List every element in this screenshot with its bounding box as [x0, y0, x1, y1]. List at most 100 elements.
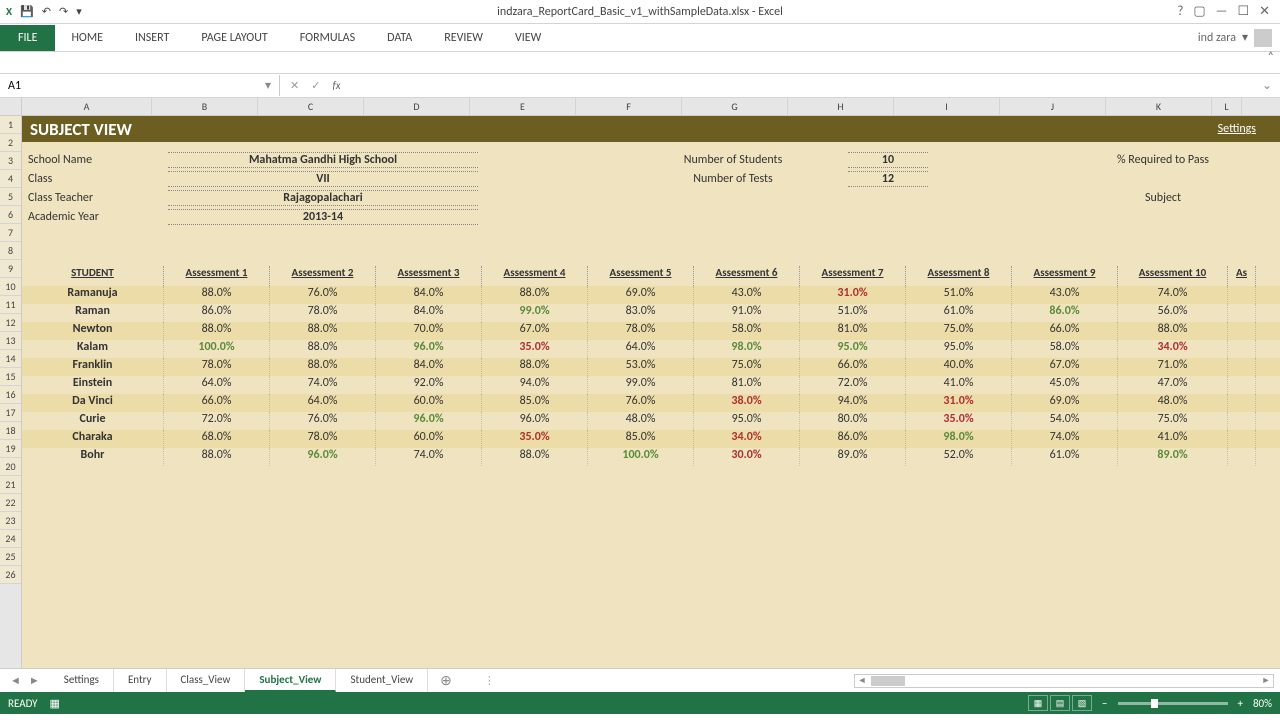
- sheet-tab-entry[interactable]: Entry: [114, 669, 167, 692]
- score-cell: 72.0%: [164, 412, 270, 430]
- num-students-value: 10: [848, 152, 928, 168]
- row-header[interactable]: 25: [0, 548, 21, 566]
- row-header[interactable]: 10: [0, 278, 21, 296]
- select-all-corner[interactable]: [0, 98, 21, 116]
- row-header[interactable]: 26: [0, 566, 21, 584]
- column-header[interactable]: G: [682, 98, 788, 115]
- row-header[interactable]: 3: [0, 152, 21, 170]
- row-header[interactable]: 2: [0, 134, 21, 152]
- score-cell: 81.0%: [800, 322, 906, 340]
- settings-link[interactable]: Settings: [1218, 122, 1256, 136]
- score-cell: 34.0%: [1118, 340, 1228, 358]
- score-cell: 60.0%: [376, 430, 482, 448]
- ribbon-tab-page-layout[interactable]: PAGE LAYOUT: [185, 25, 283, 51]
- zoom-level[interactable]: 80%: [1253, 697, 1272, 710]
- row-header[interactable]: 14: [0, 350, 21, 368]
- redo-icon[interactable]: ↷: [59, 5, 68, 18]
- row-header[interactable]: 9: [0, 260, 21, 278]
- ribbon-tab-view[interactable]: VIEW: [499, 25, 557, 51]
- new-sheet-icon[interactable]: ⊕: [428, 672, 464, 689]
- save-icon[interactable]: 💾: [20, 5, 34, 18]
- page-break-view-icon[interactable]: ▧: [1072, 695, 1092, 711]
- ribbon-options-icon[interactable]: ▢: [1193, 4, 1205, 19]
- row-header[interactable]: 8: [0, 242, 21, 260]
- score-cell: 56.0%: [1118, 304, 1228, 322]
- page-layout-view-icon[interactable]: ▤: [1050, 695, 1070, 711]
- horizontal-scrollbar[interactable]: ◄►: [854, 674, 1274, 688]
- row-header[interactable]: 24: [0, 530, 21, 548]
- row-header[interactable]: 6: [0, 206, 21, 224]
- column-header[interactable]: J: [1000, 98, 1106, 115]
- undo-icon[interactable]: ↶: [42, 5, 51, 18]
- table-row: Kalam100.0%88.0%96.0%35.0%64.0%98.0%95.0…: [22, 340, 1280, 358]
- row-header[interactable]: 19: [0, 440, 21, 458]
- ribbon-tab-home[interactable]: HOME: [55, 25, 119, 51]
- column-header[interactable]: L: [1212, 98, 1242, 115]
- close-icon[interactable]: ✕: [1259, 4, 1270, 19]
- cancel-formula-icon[interactable]: ✕: [290, 79, 299, 92]
- score-cell: 89.0%: [1118, 448, 1228, 466]
- account-label[interactable]: ind zara▾: [1198, 29, 1280, 47]
- row-header[interactable]: 7: [0, 224, 21, 242]
- column-header[interactable]: C: [258, 98, 364, 115]
- zoom-in-icon[interactable]: +: [1238, 697, 1243, 710]
- row-header[interactable]: 15: [0, 368, 21, 386]
- score-cell: 88.0%: [482, 358, 588, 376]
- row-header[interactable]: 21: [0, 476, 21, 494]
- column-header[interactable]: K: [1106, 98, 1212, 115]
- ribbon-tab-review[interactable]: REVIEW: [428, 25, 499, 51]
- row-header[interactable]: 5: [0, 188, 21, 206]
- row-header[interactable]: 12: [0, 314, 21, 332]
- score-cell: 81.0%: [694, 376, 800, 394]
- enter-formula-icon[interactable]: ✓: [311, 79, 320, 92]
- tab-nav-prev-icon[interactable]: ◄: [10, 674, 21, 687]
- column-header[interactable]: E: [470, 98, 576, 115]
- column-header[interactable]: I: [894, 98, 1000, 115]
- score-cell: 76.0%: [588, 394, 694, 412]
- row-header[interactable]: 11: [0, 296, 21, 314]
- row-header[interactable]: 18: [0, 422, 21, 440]
- name-box[interactable]: A1▾: [0, 75, 280, 96]
- normal-view-icon[interactable]: ▦: [1028, 695, 1048, 711]
- expand-formula-icon[interactable]: ⌄: [1254, 78, 1280, 93]
- sheet-tab-class_view[interactable]: Class_View: [167, 669, 246, 692]
- score-cell: 51.0%: [906, 286, 1012, 304]
- ribbon-tab-formulas[interactable]: FORMULAS: [284, 25, 371, 51]
- column-header[interactable]: F: [576, 98, 682, 115]
- ribbon-tab-insert[interactable]: INSERT: [119, 25, 185, 51]
- column-header[interactable]: H: [788, 98, 894, 115]
- score-cell: 88.0%: [482, 286, 588, 304]
- score-cell: [1228, 286, 1256, 304]
- row-header[interactable]: 22: [0, 494, 21, 512]
- maximize-icon[interactable]: ☐: [1237, 4, 1249, 19]
- ribbon-tab-data[interactable]: DATA: [371, 25, 428, 51]
- formula-input[interactable]: [351, 83, 1254, 89]
- sheet-tab-student_view[interactable]: Student_View: [336, 669, 428, 692]
- column-header[interactable]: A: [22, 98, 152, 115]
- zoom-slider[interactable]: [1118, 702, 1228, 705]
- minimize-icon[interactable]: —: [1216, 4, 1228, 19]
- row-header[interactable]: 17: [0, 404, 21, 422]
- score-cell: 85.0%: [588, 430, 694, 448]
- table-row: Curie72.0%76.0%96.0%96.0%48.0%95.0%80.0%…: [22, 412, 1280, 430]
- tab-nav-next-icon[interactable]: ►: [29, 674, 40, 687]
- row-header[interactable]: 16: [0, 386, 21, 404]
- row-header[interactable]: 13: [0, 332, 21, 350]
- column-header[interactable]: B: [152, 98, 258, 115]
- row-header[interactable]: 23: [0, 512, 21, 530]
- fx-icon[interactable]: fx: [332, 79, 340, 92]
- row-header[interactable]: 20: [0, 458, 21, 476]
- collapse-ribbon-icon[interactable]: ˄: [1268, 50, 1274, 64]
- help-icon[interactable]: ?: [1177, 4, 1183, 19]
- score-cell: 96.0%: [482, 412, 588, 430]
- macro-icon[interactable]: ▦: [50, 697, 60, 710]
- zoom-out-icon[interactable]: −: [1102, 697, 1107, 710]
- sheet-tab-settings[interactable]: Settings: [50, 669, 114, 692]
- score-cell: [1228, 340, 1256, 358]
- column-header[interactable]: D: [364, 98, 470, 115]
- sheet-tab-subject_view[interactable]: Subject_View: [245, 669, 336, 692]
- qat-dropdown-icon[interactable]: ▾: [76, 5, 82, 18]
- row-header[interactable]: 4: [0, 170, 21, 188]
- row-header[interactable]: 1: [0, 116, 21, 134]
- file-tab[interactable]: FILE: [0, 25, 55, 51]
